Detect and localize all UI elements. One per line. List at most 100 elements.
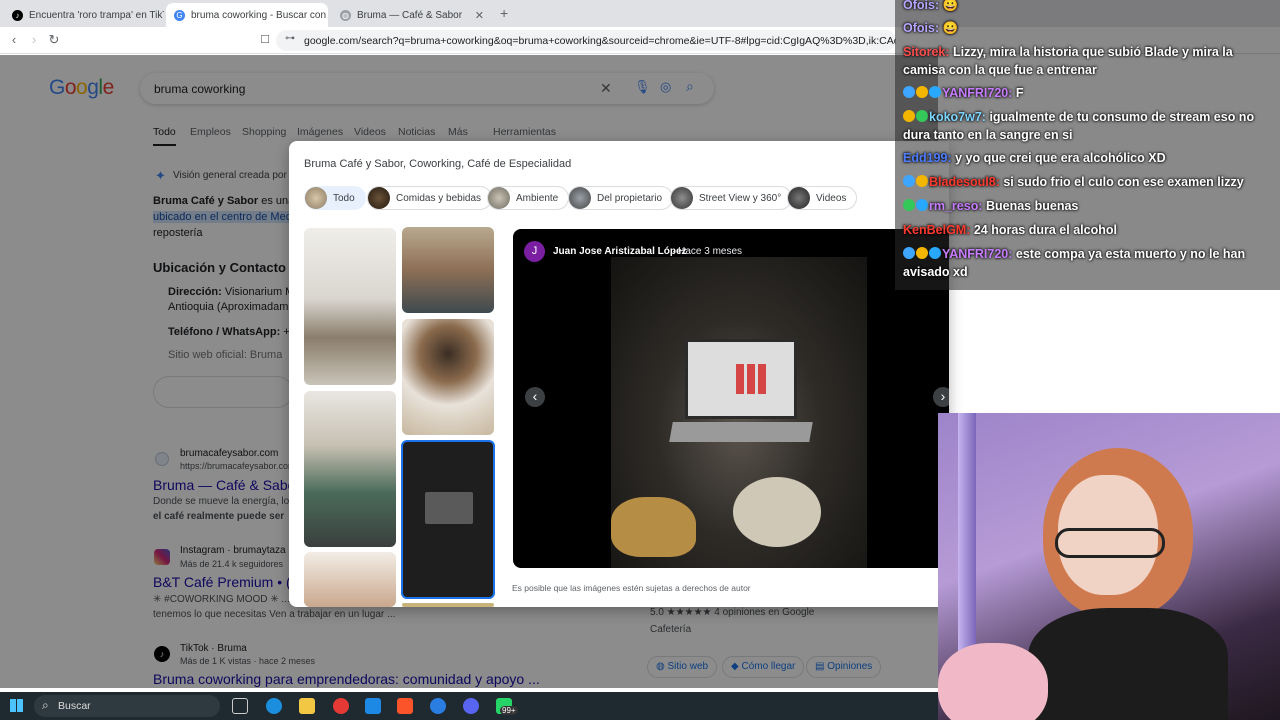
gallery-thumbnail[interactable] — [402, 603, 494, 607]
chip-label: Videos — [816, 192, 847, 204]
pastry — [611, 497, 696, 557]
badge-icon — [903, 110, 915, 122]
badge-icon — [903, 247, 915, 259]
chat-text: Lizzy, mira la historia que subió Blade … — [903, 45, 1233, 77]
filter-chip-ambiente[interactable]: Ambiente — [487, 186, 570, 210]
new-tab-button[interactable]: + — [500, 5, 508, 21]
badge-icon — [929, 86, 941, 98]
chat-username: Edd199: — [903, 151, 952, 165]
forward-icon[interactable]: › — [26, 32, 42, 48]
badge-icon — [916, 199, 928, 211]
globe-icon: ◍ — [340, 9, 351, 21]
chip-label: Todo — [333, 192, 355, 204]
chat-message: YANFRI720: F — [903, 84, 1273, 102]
filter-chip-comidas[interactable]: Comidas y bebidas — [367, 186, 493, 210]
bookmark-icon[interactable]: ☐ — [257, 32, 273, 48]
badge-icon — [916, 175, 928, 187]
brave-icon[interactable] — [397, 698, 413, 714]
chat-text: si sudo frio el culo con ese examen lizz… — [999, 175, 1244, 189]
back-icon[interactable]: ‹ — [6, 32, 22, 48]
chat-text: F — [1012, 86, 1024, 100]
chat-username: KenBelGM: — [903, 223, 971, 237]
chip-thumb — [368, 187, 390, 209]
chat-username: YANFRI720: — [942, 247, 1013, 261]
chat-message: Ofois: 😀 — [903, 19, 1273, 37]
taskbar-search[interactable]: ⌕ Buscar — [34, 695, 220, 717]
chat-message: rm_reso: Buenas buenas — [903, 197, 1273, 215]
chat-message: Edd199: y yo que crei que era alcohólico… — [903, 149, 1273, 167]
author-name[interactable]: Juan Jose Aristizabal López — [553, 246, 687, 257]
laptop-shape — [425, 492, 473, 524]
address-bar[interactable]: ⊶ google.com/search?q=bruma+coworking&oq… — [276, 30, 896, 51]
gallery-thumbnail[interactable] — [304, 228, 396, 385]
app-icon[interactable] — [430, 698, 446, 714]
badge-icon — [903, 86, 915, 98]
author-avatar[interactable]: J — [524, 241, 545, 262]
file-explorer-icon[interactable] — [299, 698, 315, 714]
reload-icon[interactable]: ↻ — [46, 32, 62, 48]
chat-message: KenBelGM: 24 horas dura el alcohol — [903, 221, 1273, 239]
gallery-thumbnail[interactable] — [402, 227, 494, 313]
cup — [733, 477, 821, 547]
chip-label: Street View y 360° — [699, 192, 782, 204]
filter-chip-todo[interactable]: Todo — [304, 186, 366, 210]
chip-thumb — [488, 187, 510, 209]
filter-chip-streetview[interactable]: Street View y 360° — [670, 186, 793, 210]
gallery-thumbnail[interactable] — [304, 391, 396, 547]
badge-icon — [903, 175, 915, 187]
chat-text: 😀 — [939, 0, 959, 12]
mail-icon[interactable] — [365, 698, 381, 714]
chip-label: Ambiente — [516, 192, 559, 204]
gallery-thumbnail-selected[interactable] — [401, 440, 495, 599]
chat-message: koko7w7: igualmente de tu consumo de str… — [903, 108, 1273, 144]
chip-thumb — [788, 187, 810, 209]
chat-username: Ofois: — [903, 21, 940, 35]
task-view-icon[interactable] — [232, 698, 248, 714]
badge-icon — [916, 110, 928, 122]
screen-content — [736, 364, 766, 394]
dialog-title: Bruma Café y Sabor, Coworking, Café de E… — [304, 158, 572, 170]
discord-icon[interactable] — [463, 698, 479, 714]
badge-icon — [916, 86, 928, 98]
chip-label: Comidas y bebidas — [396, 192, 482, 204]
previous-image-button[interactable]: ‹ — [525, 387, 545, 407]
filter-chip-videos[interactable]: Videos — [787, 186, 858, 210]
viewer-photo — [611, 257, 867, 568]
site-info-icon[interactable]: ⊶ — [285, 33, 295, 44]
image-viewer: J Juan Jose Aristizabal López · Hace 3 m… — [513, 229, 949, 568]
tab-label: Bruma — Café & Sabor — [357, 9, 463, 21]
copyright-notice: Es posible que las imágenes estén sujeta… — [512, 583, 751, 593]
stream-chat-overlay: Ofois: 😀 Ofois: 😀 Sitorek: Lizzy, mira l… — [895, 0, 1280, 290]
windows-start-icon[interactable] — [10, 699, 23, 712]
tab-label: Encuentra 'roro trampa' en TikTok | B — [29, 9, 164, 21]
tab-tiktok[interactable]: ♪ Encuentra 'roro trampa' en TikTok | B — [4, 3, 164, 27]
chat-text: 😀 — [939, 21, 959, 35]
search-icon: ⌕ — [42, 698, 49, 712]
gallery-thumbnail[interactable] — [402, 319, 494, 435]
laptop-base — [669, 422, 813, 442]
chat-username: Bladesoul8: — [929, 175, 1000, 189]
chat-username: rm_reso: — [929, 199, 983, 213]
app-icon[interactable] — [333, 698, 349, 714]
next-image-button[interactable]: › — [933, 387, 949, 407]
chat-username: koko7w7: — [929, 110, 986, 124]
chat-username: YANFRI720: — [942, 86, 1013, 100]
close-icon[interactable]: ✕ — [469, 9, 484, 22]
chat-username: Sitorek: — [903, 45, 950, 59]
windows-taskbar: ⌕ Buscar 99+ — [0, 692, 938, 720]
post-age-text: Hace 3 meses — [678, 246, 743, 257]
chip-thumb — [671, 187, 693, 209]
edge-icon[interactable] — [266, 698, 282, 714]
tab-label: bruma coworking - Buscar con G — [191, 9, 328, 21]
taskbar-search-label: Buscar — [58, 700, 91, 712]
post-age: · Hace 3 meses — [672, 246, 743, 257]
tab-bruma[interactable]: ◍ Bruma — Café & Sabor ✕ — [332, 3, 492, 27]
chat-username: Ofois: — [903, 0, 940, 12]
chat-text: 24 horas dura el alcohol — [970, 223, 1117, 237]
badge-icon — [929, 247, 941, 259]
tab-google-search[interactable]: G bruma coworking - Buscar con G ✕ — [166, 3, 328, 27]
badge-icon — [903, 199, 915, 211]
chip-label: Del propietario — [597, 192, 663, 204]
filter-chip-propietario[interactable]: Del propietario — [568, 186, 674, 210]
gallery-thumbnail[interactable] — [304, 552, 396, 607]
